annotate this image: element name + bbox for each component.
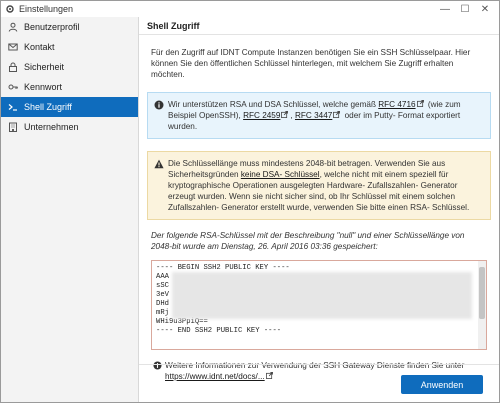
link-rfc3447[interactable]: RFC 3447 bbox=[295, 111, 332, 120]
key-line: ---- END SSH2 PUBLIC KEY ---- bbox=[156, 327, 282, 335]
info-text-1: Wir unterstützen RSA und DSA Schlüssel, … bbox=[168, 100, 379, 109]
warning-icon bbox=[154, 159, 164, 169]
key-scrollbar[interactable] bbox=[478, 261, 486, 349]
gear-icon bbox=[5, 4, 15, 14]
building-icon bbox=[7, 121, 19, 133]
intro-text: Für den Zugriff auf IDNT Compute Instanz… bbox=[151, 48, 471, 79]
redacted-key-block bbox=[172, 272, 472, 319]
link-rfc4716[interactable]: RFC 4716 bbox=[378, 100, 415, 109]
sidebar-item-kennwort[interactable]: Kennwort bbox=[1, 77, 138, 97]
sidebar: Benutzerprofil Kontakt Sicherheit Kennwo… bbox=[1, 17, 139, 402]
apply-button[interactable]: Anwenden bbox=[401, 375, 483, 394]
user-icon bbox=[7, 21, 19, 33]
key-icon bbox=[7, 81, 19, 93]
lock-icon bbox=[7, 61, 19, 73]
key-description: Der folgende RSA-Schlüssel mit der Besch… bbox=[151, 231, 465, 251]
content: Für den Zugriff auf IDNT Compute Instanz… bbox=[147, 43, 491, 382]
key-line: WHi9u3PpiQ== bbox=[156, 318, 208, 326]
terminal-icon bbox=[7, 101, 19, 113]
external-link-icon bbox=[333, 111, 341, 118]
sidebar-item-unternehmen[interactable]: Unternehmen bbox=[1, 117, 138, 137]
window-title: Einstellungen bbox=[19, 4, 74, 14]
external-link-icon bbox=[281, 111, 289, 118]
sidebar-item-benutzerprofil[interactable]: Benutzerprofil bbox=[1, 17, 138, 37]
maximize-button[interactable]: ☐ bbox=[455, 1, 475, 17]
warning-box: Die Schlüssellänge muss mindestens 2048-… bbox=[147, 151, 491, 220]
link-rfc2459[interactable]: RFC 2459 bbox=[243, 111, 280, 120]
sidebar-item-shell-zugriff[interactable]: Shell Zugriff bbox=[1, 97, 138, 117]
sidebar-item-label: Unternehmen bbox=[24, 122, 79, 132]
sidebar-item-label: Kennwort bbox=[24, 82, 63, 92]
sidebar-item-label: Benutzerprofil bbox=[24, 22, 80, 32]
sidebar-item-label: Kontakt bbox=[24, 42, 55, 52]
sidebar-item-label: Sicherheit bbox=[24, 62, 65, 72]
envelope-icon bbox=[7, 41, 19, 53]
close-button[interactable]: ✕ bbox=[475, 1, 495, 17]
link-keine-dsa-schluessel[interactable]: keine DSA- Schlüssel bbox=[241, 170, 320, 179]
minimize-button[interactable]: — bbox=[435, 1, 455, 17]
settings-window: Einstellungen — ☐ ✕ Benutzerprofil Konta… bbox=[0, 0, 500, 403]
page-title: Shell Zugriff bbox=[139, 17, 499, 35]
info-box: Wir unterstützen RSA und DSA Schlüssel, … bbox=[147, 92, 491, 139]
sidebar-item-kontakt[interactable]: Kontakt bbox=[1, 37, 138, 57]
external-link-icon bbox=[416, 100, 424, 107]
scrollbar-thumb[interactable] bbox=[479, 267, 485, 319]
info-icon bbox=[154, 100, 164, 110]
ssh-key-textarea[interactable]: ---- BEGIN SSH2 PUBLIC KEY ---- AAA sSC 3eV… bbox=[151, 260, 487, 350]
footer: Anwenden bbox=[139, 364, 499, 402]
sidebar-item-sicherheit[interactable]: Sicherheit bbox=[1, 57, 138, 77]
main-panel: Shell Zugriff Für den Zugriff auf IDNT C… bbox=[139, 17, 499, 402]
sidebar-item-label: Shell Zugriff bbox=[24, 102, 72, 112]
title-bar: Einstellungen — ☐ ✕ bbox=[1, 1, 499, 17]
